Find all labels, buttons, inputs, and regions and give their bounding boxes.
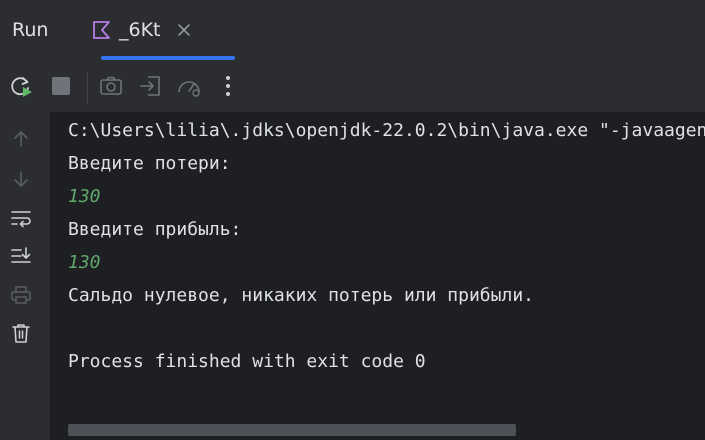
scroll-to-end-icon <box>10 245 32 271</box>
toolbar-separator <box>87 73 88 103</box>
next-occurrence-button[interactable] <box>8 168 34 194</box>
run-panel-title: Run <box>12 19 49 41</box>
soft-wrap-icon <box>10 207 32 233</box>
soft-wrap-button[interactable] <box>8 207 34 233</box>
tab-6kt[interactable]: _6Kt <box>76 0 235 62</box>
console-output[interactable]: C:\Users\lilia\.jdks\openjdk-22.0.2\bin\… <box>50 112 705 440</box>
trash-icon <box>10 322 32 348</box>
screenshot-button[interactable] <box>98 75 124 101</box>
restore-layout-button[interactable] <box>138 75 164 101</box>
console-line: Process finished with exit code 0 <box>68 351 426 372</box>
more-options-button[interactable] <box>215 75 241 101</box>
close-icon[interactable] <box>177 22 191 36</box>
active-tab-indicator <box>101 56 235 60</box>
rerun-icon <box>8 73 34 103</box>
stop-icon <box>48 73 74 103</box>
scroll-to-end-button[interactable] <box>8 245 34 271</box>
run-toolbar <box>0 62 705 112</box>
print-button[interactable] <box>8 284 34 310</box>
previous-occurrence-button[interactable] <box>8 128 34 154</box>
arrow-up-icon <box>11 129 31 153</box>
more-icon <box>215 73 241 103</box>
clear-all-button[interactable] <box>8 322 34 348</box>
tab-label: _6Kt <box>119 19 161 41</box>
print-icon <box>10 284 32 310</box>
arrow-down-icon <box>11 169 31 193</box>
run-tool-window-header: Run _6Kt <box>0 0 705 62</box>
console-line: Сальдо нулевое, никаких потерь или прибы… <box>68 285 534 306</box>
stop-button[interactable] <box>48 75 74 101</box>
console-line: Введите потери: <box>68 153 231 174</box>
camera-icon <box>98 73 124 103</box>
attach-profiler-icon <box>176 73 202 103</box>
kotlin-icon <box>92 20 112 40</box>
attach-profiler-button[interactable] <box>176 75 202 101</box>
console-user-input: 130 <box>68 252 101 273</box>
horizontal-scrollbar[interactable] <box>68 424 516 436</box>
rerun-button[interactable] <box>8 75 34 101</box>
restore-layout-icon <box>138 73 164 103</box>
console-line: Введите прибыль: <box>68 219 242 240</box>
console-gutter <box>0 112 50 440</box>
console-line: C:\Users\lilia\.jdks\openjdk-22.0.2\bin\… <box>68 120 705 141</box>
console-user-input: 130 <box>68 186 101 207</box>
